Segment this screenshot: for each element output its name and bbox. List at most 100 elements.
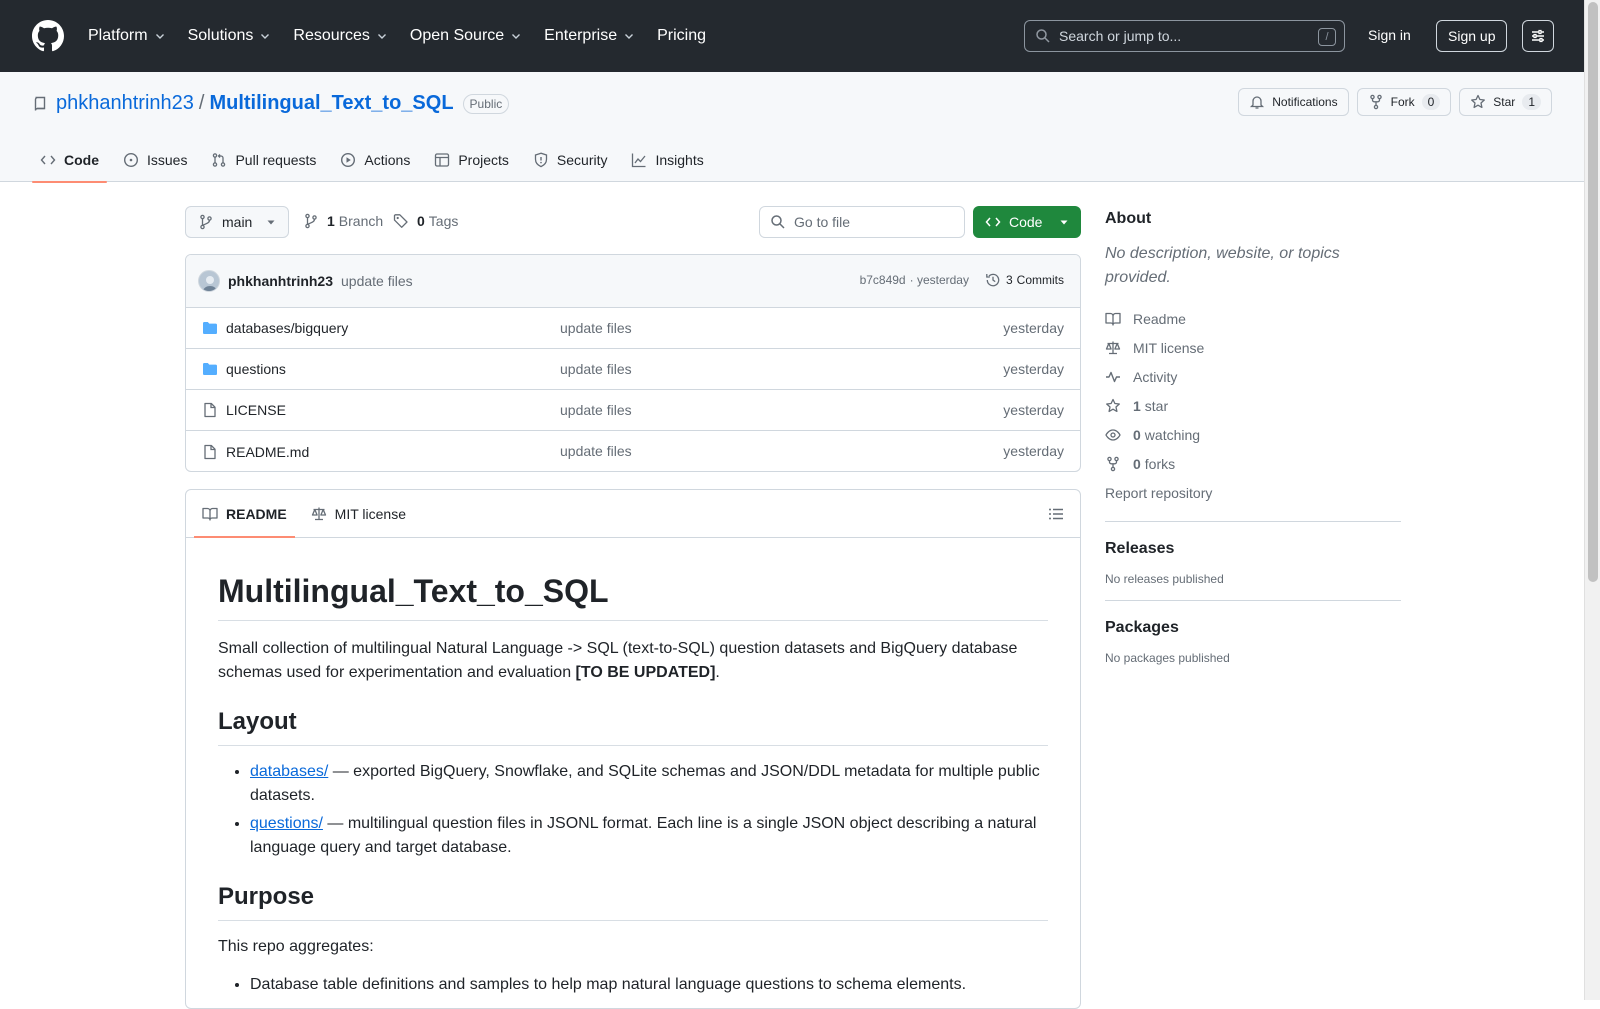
- table-row[interactable]: databases/bigquery update files yesterda…: [186, 308, 1080, 349]
- search-icon: [771, 215, 785, 229]
- repo-title: phkhanhtrinh23 / Multilingual_Text_to_SQ…: [32, 92, 510, 115]
- global-search-input[interactable]: Search or jump to... /: [1024, 20, 1345, 52]
- avatar[interactable]: [198, 270, 220, 292]
- sidebar-readme-link[interactable]: Readme: [1105, 304, 1401, 333]
- purpose-heading: Purpose: [218, 882, 1048, 922]
- tags-link[interactable]: 0 Tags: [393, 213, 458, 229]
- report-repository-link[interactable]: Report repository: [1105, 478, 1401, 507]
- tab-code-label: Code: [64, 152, 99, 168]
- file-name-link[interactable]: questions: [226, 361, 286, 377]
- list-item-text: — multilingual question files in JSONL f…: [250, 815, 1037, 857]
- commit-time: · yesterday: [909, 273, 969, 287]
- fork-button[interactable]: Fork 0: [1356, 88, 1452, 116]
- history-icon: [986, 273, 1000, 287]
- file-name-link[interactable]: LICENSE: [226, 402, 286, 418]
- tab-license-label: MIT license: [334, 505, 406, 522]
- nav-pricing[interactable]: Pricing: [657, 27, 706, 45]
- sidebar-watchers-link[interactable]: 0 watching: [1105, 420, 1401, 449]
- commits-history-link[interactable]: 3 Commits: [985, 272, 1064, 288]
- tab-readme[interactable]: README: [194, 490, 295, 538]
- tab-code[interactable]: Code: [32, 138, 107, 183]
- github-logo-icon[interactable]: [32, 20, 64, 52]
- file-commit-message[interactable]: update files: [560, 320, 632, 336]
- readme-panel: README MIT license Multilingual_Text_to_…: [185, 489, 1081, 1009]
- repo-owner-link[interactable]: phkhanhtrinh23: [56, 92, 194, 115]
- tab-actions[interactable]: Actions: [332, 138, 418, 182]
- caret-down-icon: [267, 220, 275, 225]
- nav-resources-label: Resources: [293, 27, 370, 44]
- nav-resources[interactable]: Resources: [293, 27, 387, 45]
- star-button[interactable]: Star 1: [1459, 88, 1552, 116]
- nav-enterprise[interactable]: Enterprise: [544, 27, 635, 45]
- file-commit-message[interactable]: update files: [560, 443, 632, 459]
- commit-message-link[interactable]: update files: [341, 273, 413, 289]
- divider: [1105, 521, 1401, 522]
- file-name-link[interactable]: databases/bigquery: [226, 320, 348, 336]
- sidebar-forks-link[interactable]: 0 forks: [1105, 449, 1401, 478]
- nav-platform[interactable]: Platform: [88, 27, 166, 45]
- tab-license[interactable]: MIT license: [303, 490, 414, 537]
- file-commit-message[interactable]: update files: [560, 402, 632, 418]
- commits-label: Commits: [1016, 273, 1064, 287]
- go-to-file-input[interactable]: Go to file: [759, 206, 965, 238]
- sidebar-stars-link[interactable]: 1 star: [1105, 391, 1401, 420]
- forks-count: 0: [1133, 455, 1141, 472]
- star-label: Star: [1493, 95, 1516, 109]
- readme-intro: Small collection of multilingual Natural…: [218, 637, 1048, 685]
- commit-meta: b7c849d · yesterday 3 Commits: [860, 272, 1064, 288]
- tab-security[interactable]: Security: [525, 138, 616, 182]
- commit-sha[interactable]: b7c849d: [860, 273, 906, 287]
- fork-icon: [1369, 94, 1382, 110]
- file-commit-date: yesterday: [1003, 320, 1064, 336]
- chevron-down-icon: [625, 34, 634, 39]
- code-dropdown-button[interactable]: Code: [973, 206, 1081, 238]
- branch-selector[interactable]: main: [185, 206, 289, 238]
- tab-projects[interactable]: Projects: [426, 138, 517, 182]
- intro-bold: [TO BE UPDATED]: [575, 664, 716, 682]
- sign-in-link[interactable]: Sign in: [1368, 27, 1411, 43]
- table-row[interactable]: questions update files yesterday: [186, 349, 1080, 390]
- page-scrollbar[interactable]: [1584, 0, 1600, 1000]
- releases-heading[interactable]: Releases: [1105, 540, 1401, 558]
- nav-open-source[interactable]: Open Source: [410, 27, 522, 45]
- repo-icon: [34, 96, 46, 111]
- commit-author-link[interactable]: phkhanhtrinh23: [228, 273, 333, 289]
- tab-projects-label: Projects: [458, 152, 509, 168]
- tab-issues-label: Issues: [147, 152, 188, 168]
- file-name-link[interactable]: README.md: [226, 444, 309, 460]
- sign-up-button[interactable]: Sign up: [1436, 20, 1508, 52]
- sidebar-activity-link[interactable]: Activity: [1105, 362, 1401, 391]
- table-row[interactable]: LICENSE update files yesterday: [186, 390, 1080, 431]
- nav-solutions[interactable]: Solutions: [188, 27, 272, 45]
- settings-menu-button[interactable]: [1522, 20, 1554, 52]
- file-commit-message[interactable]: update files: [560, 361, 632, 377]
- databases-link[interactable]: databases/: [250, 763, 328, 780]
- table-row[interactable]: README.md update files yesterday: [186, 431, 1080, 471]
- packages-heading[interactable]: Packages: [1105, 619, 1401, 637]
- about-sidebar: About No description, website, or topics…: [1105, 210, 1401, 665]
- global-header: Platform Solutions Resources Open Source…: [0, 0, 1584, 72]
- chevron-down-icon: [512, 34, 521, 39]
- file-commit-date: yesterday: [1003, 402, 1064, 418]
- pull-request-icon: [213, 153, 226, 167]
- pulse-icon: [1106, 371, 1120, 382]
- branches-link[interactable]: 1 Branch: [303, 213, 383, 229]
- file-icon: [204, 444, 216, 459]
- questions-link[interactable]: questions/: [250, 815, 323, 832]
- branch-count: 1: [327, 213, 335, 229]
- about-description: No description, website, or topics provi…: [1105, 245, 1340, 286]
- law-icon: [311, 507, 326, 520]
- folder-icon: [203, 322, 217, 334]
- sidebar-readme-label: Readme: [1133, 310, 1186, 327]
- repo-actions: Notifications Fork 0 Star 1: [1230, 88, 1552, 116]
- outline-button[interactable]: [1048, 506, 1064, 522]
- notifications-button[interactable]: Notifications: [1238, 88, 1349, 116]
- sidebar-license-link[interactable]: MIT license: [1105, 333, 1401, 362]
- tab-issues[interactable]: Issues: [115, 138, 195, 182]
- tab-pull-requests[interactable]: Pull requests: [203, 138, 324, 182]
- list-item: Database table definitions and samples t…: [250, 973, 1048, 997]
- scrollbar-thumb[interactable]: [1588, 2, 1598, 582]
- branch-count-label: Branch: [338, 213, 384, 229]
- tab-insights[interactable]: Insights: [623, 138, 711, 182]
- repo-name-link[interactable]: Multilingual_Text_to_SQL: [209, 92, 453, 115]
